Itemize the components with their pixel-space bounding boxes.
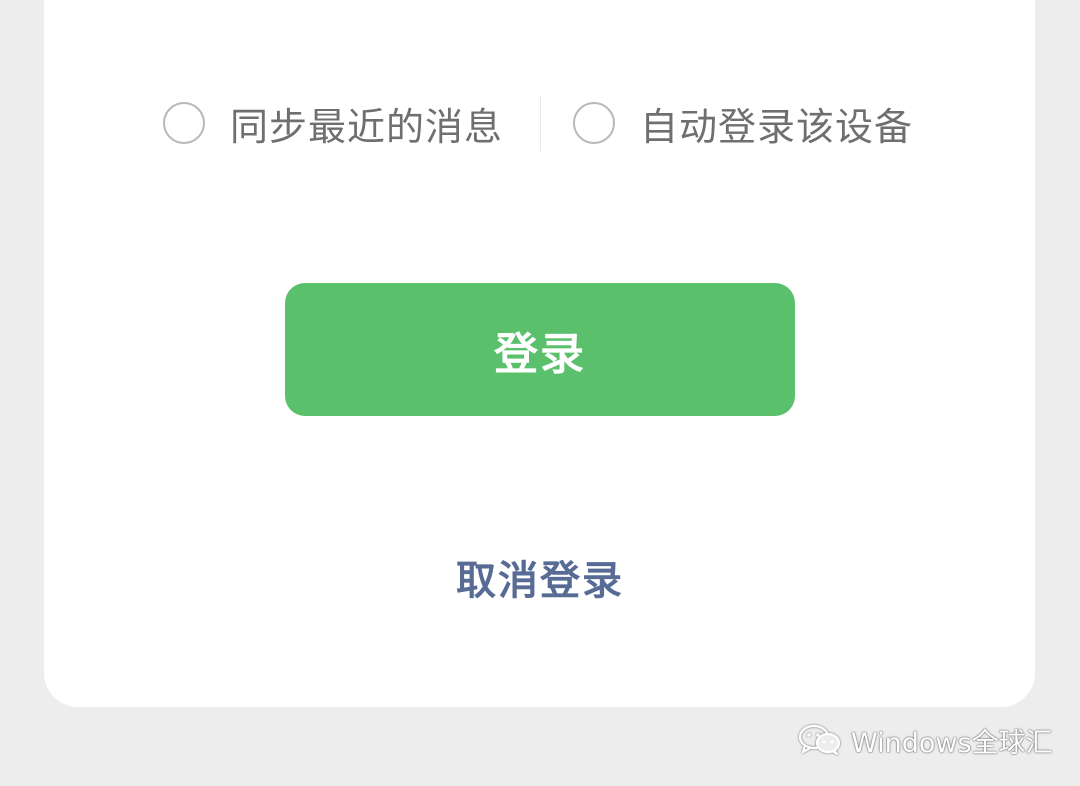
wechat-icon (798, 724, 841, 755)
sync-messages-label: 同步最近的消息 (230, 104, 504, 149)
login-button[interactable]: 登录 (285, 283, 795, 416)
sync-messages-radio[interactable] (163, 102, 205, 144)
watermark: Windows全球汇 (797, 720, 1053, 760)
auto-login-radio[interactable] (573, 102, 615, 144)
sync-messages-option[interactable]: 同步最近的消息 (163, 95, 503, 151)
options-divider (540, 95, 541, 151)
auto-login-option[interactable]: 自动登录该设备 (573, 95, 913, 151)
cancel-login-link[interactable]: 取消登录 (0, 548, 1080, 606)
watermark-text: Windows全球汇 (851, 727, 1053, 759)
auto-login-label: 自动登录该设备 (640, 104, 914, 149)
